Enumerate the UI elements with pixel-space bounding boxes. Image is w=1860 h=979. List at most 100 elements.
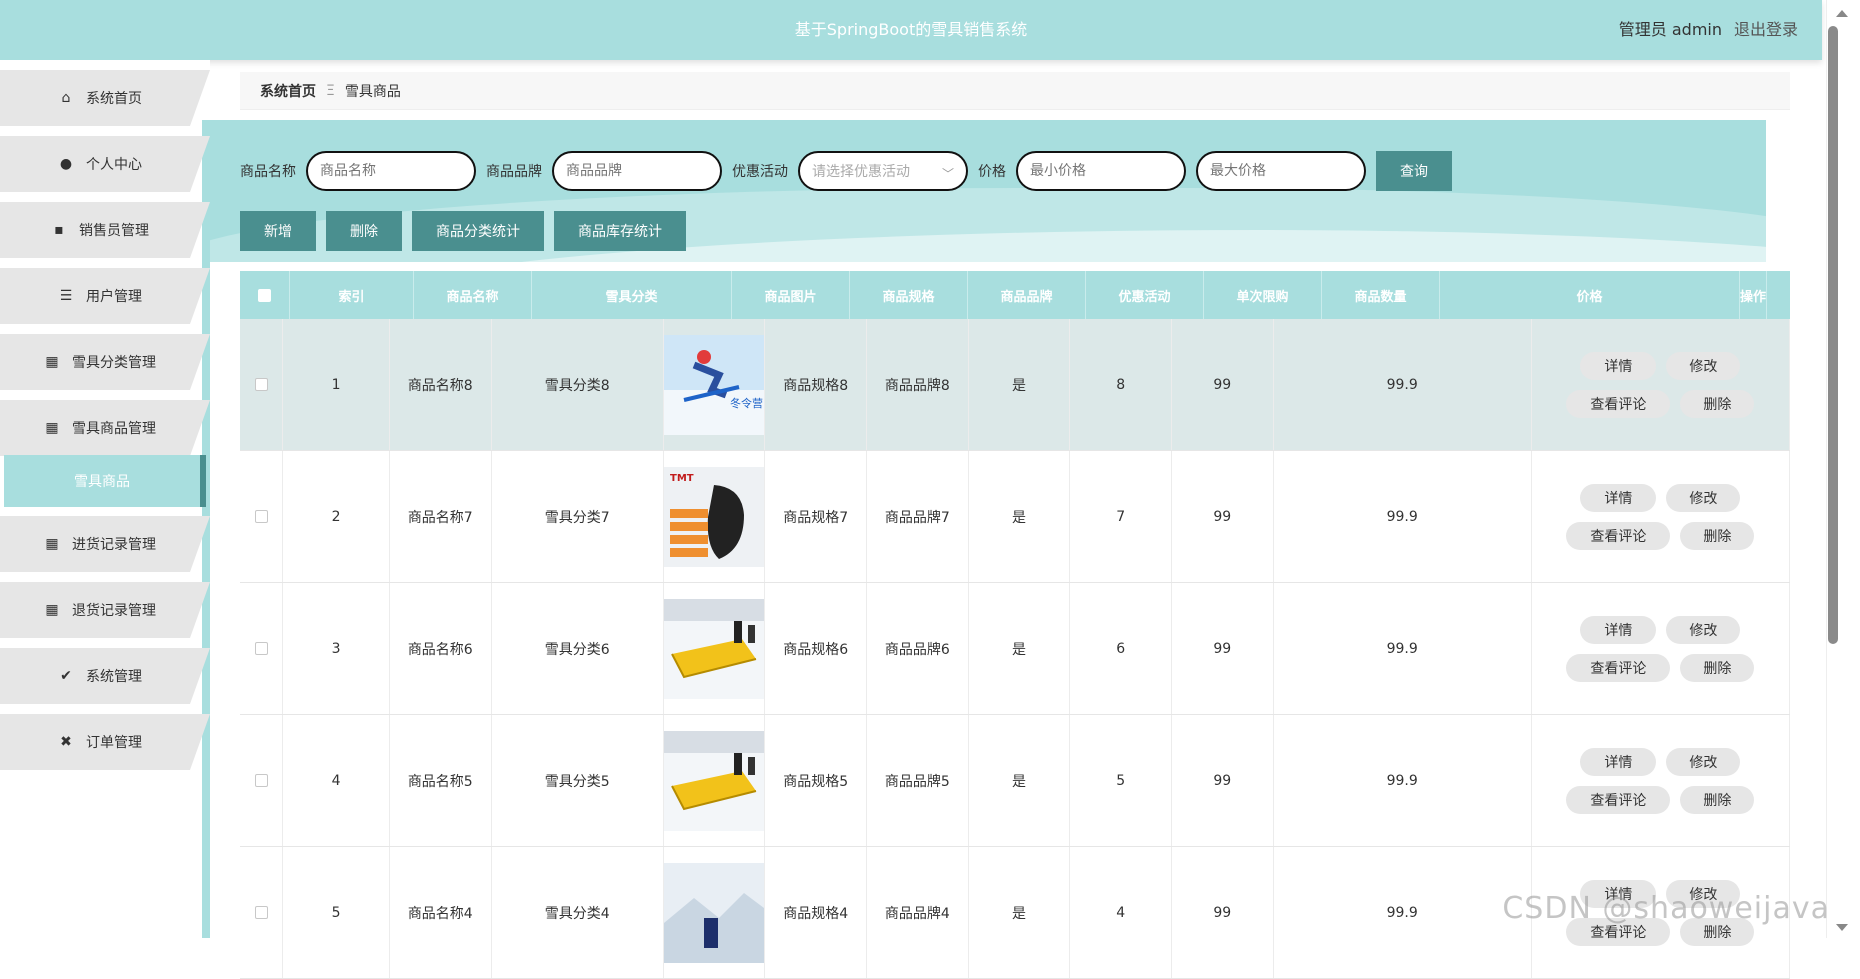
column-header: 价格	[1440, 271, 1740, 319]
table-row[interactable]: 3商品名称6雪具分类6商品规格6商品品牌6是69999.9详情修改查看评论删除	[240, 583, 1790, 715]
row-ops: 详情修改查看评论删除	[1566, 748, 1754, 814]
view-comments-button[interactable]: 查看评论	[1566, 390, 1670, 418]
edit-button[interactable]: 修改	[1666, 616, 1740, 644]
sidebar-item-content: ☰用户管理	[0, 268, 200, 324]
product-image[interactable]: 冬令营	[664, 335, 764, 435]
search-form: 商品名称 商品品牌 优惠活动 请选择优惠活动 ﹀ 价格 查询	[240, 150, 1452, 192]
cell-price: 99.9	[1274, 583, 1532, 714]
sidebar-item-1[interactable]: ⌂系统首页	[0, 70, 210, 126]
category-stats-button[interactable]: 商品分类统计	[412, 211, 544, 251]
sidebar-item-content: ✔系统管理	[0, 648, 200, 704]
breadcrumb-separator-icon: Ξ	[326, 83, 335, 99]
cell-name: 商品名称6	[390, 583, 492, 714]
cell-limit: 7	[1070, 451, 1172, 582]
scroll-up-icon[interactable]	[1836, 10, 1848, 17]
column-header: 单次限购	[1204, 271, 1322, 319]
sidebar-item-7[interactable]: ▦进货记录管理	[0, 516, 210, 572]
cell-image: 冬令营	[664, 319, 766, 450]
name-input[interactable]	[306, 151, 476, 191]
sidebar-item-4[interactable]: ☰用户管理	[0, 268, 210, 324]
edit-button[interactable]: 修改	[1666, 748, 1740, 776]
row-delete-button[interactable]: 删除	[1680, 786, 1754, 814]
product-image[interactable]	[664, 863, 764, 963]
min-price-input[interactable]	[1016, 151, 1186, 191]
row-delete-button[interactable]: 删除	[1680, 654, 1754, 682]
detail-button[interactable]: 详情	[1580, 748, 1656, 776]
cell-qty: 99	[1172, 319, 1274, 450]
detail-button[interactable]: 详情	[1580, 352, 1656, 380]
cell-qty: 99	[1172, 715, 1274, 846]
row-select-cell	[240, 451, 283, 582]
sidebar-item-content: ✖订单管理	[0, 714, 200, 770]
logout-link[interactable]: 退出登录	[1734, 0, 1798, 60]
column-header: 雪具分类	[532, 271, 732, 319]
query-button[interactable]: 查询	[1376, 151, 1452, 191]
edit-button[interactable]: 修改	[1666, 352, 1740, 380]
grid-icon: ▦	[44, 354, 60, 370]
select-all-checkbox[interactable]	[258, 289, 271, 302]
sidebar-item-3[interactable]: ▪销售员管理	[0, 202, 210, 258]
brand-input[interactable]	[552, 151, 722, 191]
sidebar-item-content: ▦雪具分类管理	[0, 334, 200, 390]
row-checkbox[interactable]	[255, 378, 268, 391]
product-image[interactable]: TMT	[664, 467, 764, 567]
row-ops-line: 查看评论删除	[1566, 390, 1754, 418]
table-row[interactable]: 4商品名称5雪具分类5商品规格5商品品牌5是59999.9详情修改查看评论删除	[240, 715, 1790, 847]
sidebar-item-9[interactable]: ✔系统管理	[0, 648, 210, 704]
row-select-cell	[240, 715, 283, 846]
breadcrumb-home[interactable]: 系统首页	[260, 81, 316, 101]
sidebar-item-content: ▦雪具商品管理	[0, 400, 200, 456]
max-price-input[interactable]	[1196, 151, 1366, 191]
row-delete-button[interactable]: 删除	[1680, 522, 1754, 550]
sidebar-subitem-ski-goods[interactable]: 雪具商品	[4, 455, 206, 507]
promo-select[interactable]: 请选择优惠活动 ﹀	[798, 151, 968, 191]
row-checkbox[interactable]	[255, 774, 268, 787]
cell-name: 商品名称5	[390, 715, 492, 846]
row-ops-line: 详情修改	[1580, 748, 1740, 776]
scroll-down-icon[interactable]	[1836, 924, 1848, 931]
cell-category: 雪具分类6	[492, 583, 664, 714]
stock-stats-button[interactable]: 商品库存统计	[554, 211, 686, 251]
cell-index: 2	[283, 451, 390, 582]
scrollbar-thumb[interactable]	[1828, 26, 1838, 644]
row-checkbox[interactable]	[255, 906, 268, 919]
svg-text:TMT: TMT	[670, 473, 694, 484]
cell-category: 雪具分类7	[492, 451, 664, 582]
view-comments-button[interactable]: 查看评论	[1566, 522, 1670, 550]
promo-label: 优惠活动	[732, 161, 788, 181]
sidebar-item-6[interactable]: ▦雪具商品管理	[0, 400, 210, 456]
sidebar-item-label: 订单管理	[86, 732, 142, 752]
product-image[interactable]	[664, 731, 764, 831]
row-checkbox[interactable]	[255, 642, 268, 655]
sidebar-item-label: 雪具商品管理	[72, 418, 156, 438]
cell-qty: 99	[1172, 451, 1274, 582]
sidebar-item-label: 个人中心	[86, 154, 142, 174]
row-checkbox[interactable]	[255, 510, 268, 523]
view-comments-button[interactable]: 查看评论	[1566, 786, 1670, 814]
product-image[interactable]	[664, 599, 764, 699]
cell-limit: 4	[1070, 847, 1172, 978]
cell-name: 商品名称4	[390, 847, 492, 978]
sidebar-item-2[interactable]: ●个人中心	[0, 136, 210, 192]
cell-limit: 8	[1070, 319, 1172, 450]
watermark: CSDN @shaoweijava	[1502, 891, 1830, 926]
sidebar-item-label: 退货记录管理	[72, 600, 156, 620]
view-comments-button[interactable]: 查看评论	[1566, 654, 1670, 682]
batch-delete-button[interactable]: 删除	[326, 211, 402, 251]
cell-image	[664, 847, 766, 978]
cell-price: 99.9	[1274, 847, 1532, 978]
cell-promo: 是	[969, 847, 1071, 978]
row-delete-button[interactable]: 删除	[1680, 390, 1754, 418]
edit-button[interactable]: 修改	[1666, 484, 1740, 512]
add-button[interactable]: 新增	[240, 211, 316, 251]
detail-button[interactable]: 详情	[1580, 616, 1656, 644]
row-select-cell	[240, 847, 283, 978]
table-row[interactable]: 1商品名称8雪具分类8冬令营商品规格8商品品牌8是89999.9详情修改查看评论…	[240, 319, 1790, 451]
table-row[interactable]: 2商品名称7雪具分类7TMT商品规格7商品品牌7是79999.9详情修改查看评论…	[240, 451, 1790, 583]
detail-button[interactable]: 详情	[1580, 484, 1656, 512]
sidebar-item-5[interactable]: ▦雪具分类管理	[0, 334, 210, 390]
row-ops-line: 详情修改	[1580, 616, 1740, 644]
sidebar-item-8[interactable]: ▦退货记录管理	[0, 582, 210, 638]
sidebar-item-10[interactable]: ✖订单管理	[0, 714, 210, 770]
cell-brand: 商品品牌7	[867, 451, 969, 582]
